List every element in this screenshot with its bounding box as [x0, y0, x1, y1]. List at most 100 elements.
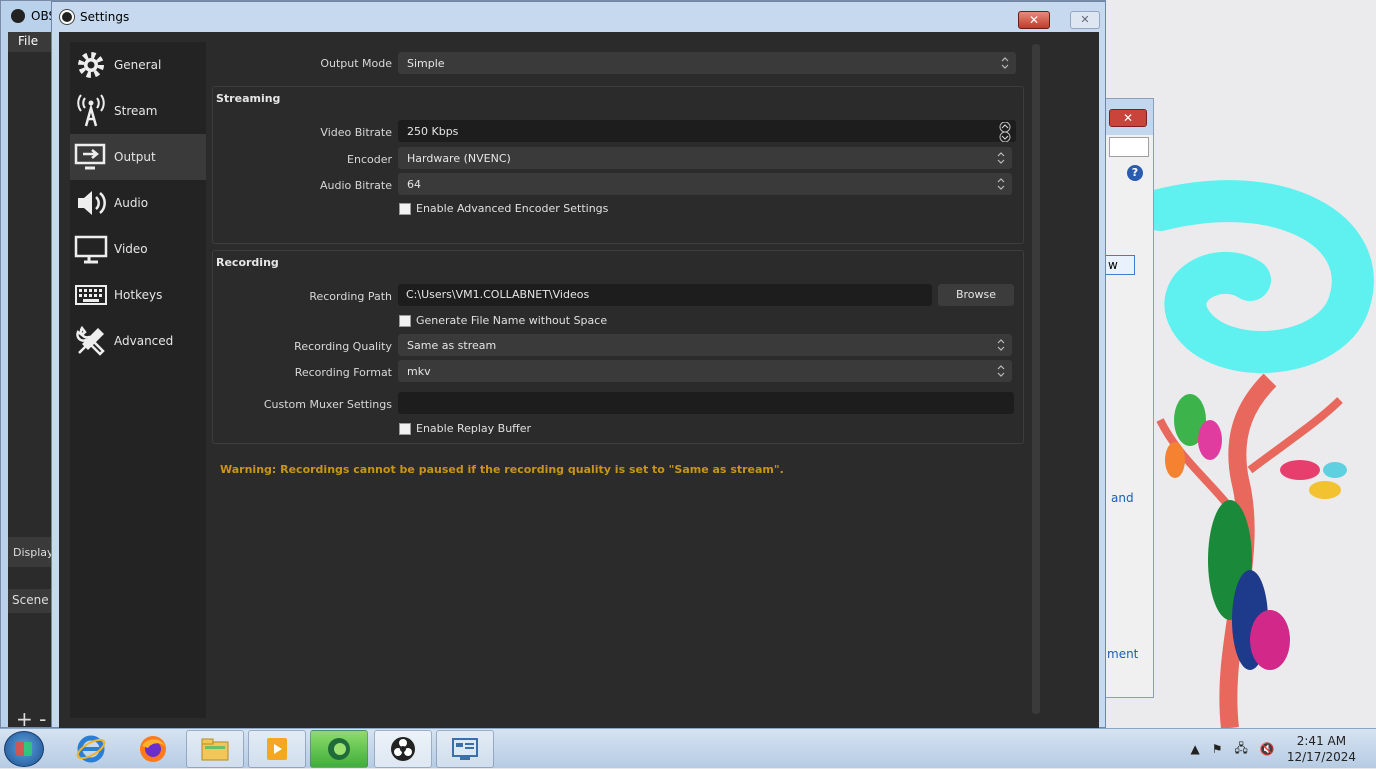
checkbox-box[interactable] — [399, 422, 411, 435]
background-close-button[interactable]: ✕ — [1070, 11, 1100, 29]
sidebar-item-output[interactable]: Output — [70, 134, 206, 180]
chevron-updown-icon — [997, 152, 1005, 164]
file-explorer-icon[interactable] — [186, 730, 244, 768]
sidebar-item-label: Stream — [114, 104, 158, 118]
no-space-filename-checkbox[interactable]: Generate File Name without Space — [399, 314, 607, 327]
keyboard-icon — [75, 285, 107, 305]
recording-path-field[interactable]: C:\Users\VM1.COLLABNET\Videos — [398, 284, 932, 306]
browse-button[interactable]: Browse — [938, 284, 1014, 306]
output-mode-value: Simple — [407, 57, 445, 70]
sidebar-item-stream[interactable]: Stream — [70, 88, 206, 134]
audio-bitrate-label: Audio Bitrate — [319, 179, 392, 192]
sidebar-item-audio[interactable]: Audio — [70, 180, 206, 226]
taskbar: ▲ ⚑ 🖧 🔇 2:41 AM 12/17/2024 — [0, 728, 1376, 768]
chevron-updown-icon — [997, 339, 1005, 351]
checkbox-label: Enable Replay Buffer — [416, 422, 532, 435]
settings-sidebar: General Stream Output Audio Video Hotkey… — [70, 42, 206, 718]
antenna-icon — [77, 94, 105, 127]
add-scene-button[interactable]: + - — [16, 707, 46, 728]
display-dock-label: Display — [8, 537, 56, 567]
sidebar-item-general[interactable]: General — [70, 42, 206, 88]
audio-bitrate-value: 64 — [407, 178, 421, 191]
control-panel-icon[interactable] — [436, 730, 494, 768]
sidebar-item-label: Advanced — [114, 334, 174, 348]
system-tray: ▲ ⚑ 🖧 🔇 2:41 AM 12/17/2024 — [1190, 729, 1376, 769]
sidebar-item-label: General — [114, 58, 162, 72]
background-window-link[interactable]: and — [1111, 491, 1134, 505]
settings-body: General Stream Output Audio Video Hotkey… — [59, 32, 1099, 728]
clock[interactable]: 2:41 AM 12/17/2024 — [1287, 733, 1356, 765]
recording-format-select[interactable]: mkv — [398, 360, 1012, 382]
chevron-updown-icon — [1001, 57, 1009, 69]
tools-icon — [76, 325, 105, 356]
settings-title: Settings — [80, 10, 130, 24]
output-settings-panel: Output Mode Simple Streaming Video Bitra… — [212, 42, 1028, 718]
video-bitrate-spinbox[interactable]: 250 Kbps — [398, 120, 1016, 142]
internet-explorer-icon[interactable] — [62, 730, 120, 768]
obs-logo-icon — [60, 10, 74, 24]
recording-path-label: Recording Path — [309, 290, 392, 303]
desktop: ✕ ? w and ment OBS File Display Scene + … — [0, 0, 1376, 728]
custom-muxer-field[interactable] — [398, 392, 1014, 414]
volume-muted-icon[interactable]: 🔇 — [1260, 742, 1275, 756]
monitor-icon — [74, 235, 108, 264]
speaker-icon — [78, 191, 106, 215]
obs-icon[interactable] — [374, 730, 432, 768]
close-button[interactable]: ✕ — [1018, 11, 1050, 29]
checkbox-label: Enable Advanced Encoder Settings — [416, 202, 609, 215]
action-center-flag-icon[interactable]: ⚑ — [1212, 742, 1223, 756]
background-window-link[interactable]: ment — [1107, 647, 1138, 661]
encoder-select[interactable]: Hardware (NVENC) — [398, 147, 1012, 169]
media-player-icon[interactable] — [248, 730, 306, 768]
green-app-icon[interactable] — [310, 730, 368, 768]
output-mode-label: Output Mode — [320, 57, 392, 70]
sidebar-item-label: Video — [114, 242, 148, 256]
monitor-arrow-icon — [74, 143, 106, 170]
recording-quality-value: Same as stream — [407, 339, 497, 352]
sidebar-item-label: Output — [114, 150, 156, 164]
start-button[interactable] — [4, 731, 44, 767]
settings-titlebar: Settings — [52, 2, 1105, 32]
video-bitrate-label: Video Bitrate — [320, 126, 392, 139]
background-window-button[interactable]: w — [1105, 255, 1135, 275]
panel-scrollbar[interactable] — [1032, 44, 1040, 714]
background-window-close-button[interactable]: ✕ — [1109, 109, 1147, 127]
obs-logo-icon — [11, 9, 25, 23]
streaming-group-title: Streaming — [216, 92, 281, 105]
audio-bitrate-select[interactable]: 64 — [398, 173, 1012, 195]
firefox-icon[interactable] — [124, 730, 182, 768]
replay-buffer-checkbox[interactable]: Enable Replay Buffer — [399, 422, 531, 435]
scene-dock-label: Scene — [8, 589, 56, 613]
custom-muxer-label: Custom Muxer Settings — [263, 398, 392, 411]
sidebar-item-advanced[interactable]: Advanced — [70, 318, 206, 364]
chevron-updown-icon — [997, 365, 1005, 377]
sidebar-item-hotkeys[interactable]: Hotkeys — [70, 272, 206, 318]
spin-arrows-icon[interactable] — [998, 122, 1012, 142]
sidebar-item-video[interactable]: Video — [70, 226, 206, 272]
network-icon[interactable]: 🖧 — [1234, 739, 1247, 760]
settings-dialog: Settings ✕ ✕ General Stream Output Audio… — [51, 1, 1106, 728]
video-bitrate-value: 250 Kbps — [407, 125, 459, 138]
clock-time: 2:41 AM — [1296, 734, 1347, 748]
chevron-updown-icon — [997, 178, 1005, 190]
recording-group-title: Recording — [216, 256, 279, 269]
encoder-value: Hardware (NVENC) — [407, 152, 511, 165]
recording-warning: Warning: Recordings cannot be paused if … — [220, 463, 784, 476]
checkbox-box[interactable] — [399, 202, 411, 215]
background-window-search[interactable] — [1109, 137, 1149, 157]
checkbox-box[interactable] — [399, 314, 411, 327]
checkbox-label: Generate File Name without Space — [416, 314, 608, 327]
gear-icon — [78, 52, 104, 78]
recording-quality-select[interactable]: Same as stream — [398, 334, 1012, 356]
encoder-label: Encoder — [347, 153, 392, 166]
clock-date: 12/17/2024 — [1286, 750, 1356, 764]
sidebar-item-label: Audio — [114, 196, 149, 210]
show-hidden-icons-icon[interactable]: ▲ — [1190, 742, 1199, 756]
advanced-encoder-checkbox[interactable]: Enable Advanced Encoder Settings — [399, 202, 608, 215]
output-mode-select[interactable]: Simple — [398, 52, 1016, 74]
recording-format-value: mkv — [407, 365, 431, 378]
sidebar-item-label: Hotkeys — [114, 288, 163, 302]
background-window: ✕ ? w and ment — [1104, 98, 1154, 698]
recording-quality-label: Recording Quality — [294, 340, 392, 353]
help-icon[interactable]: ? — [1127, 165, 1143, 181]
